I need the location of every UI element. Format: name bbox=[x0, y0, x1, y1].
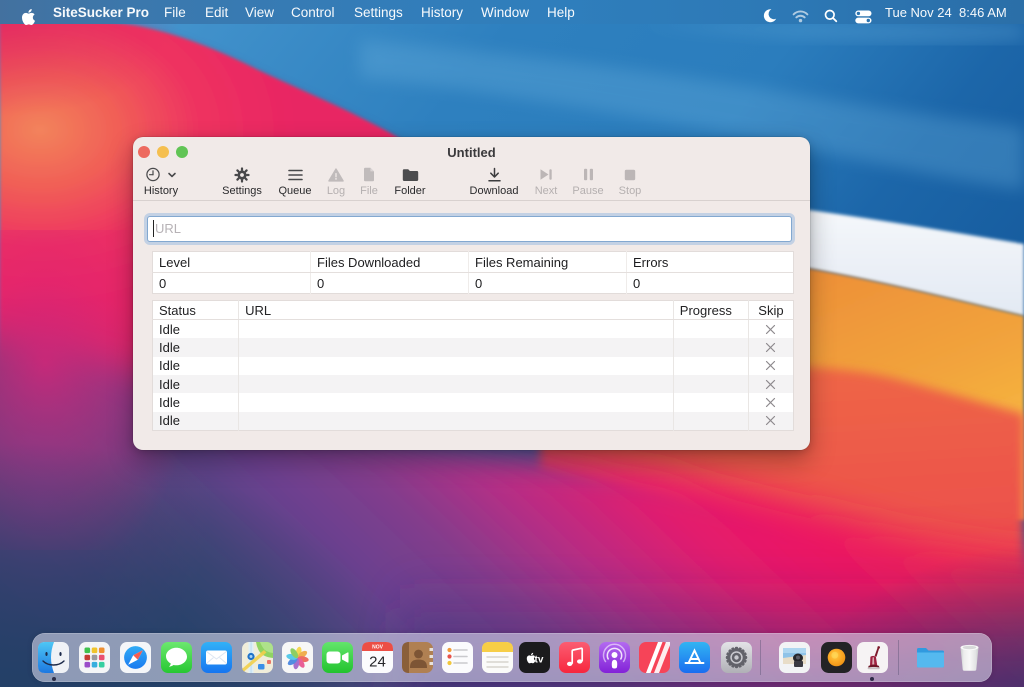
svg-text:NOV: NOV bbox=[372, 645, 384, 651]
svg-text:tv: tv bbox=[535, 655, 544, 666]
svg-text:24: 24 bbox=[369, 654, 386, 671]
